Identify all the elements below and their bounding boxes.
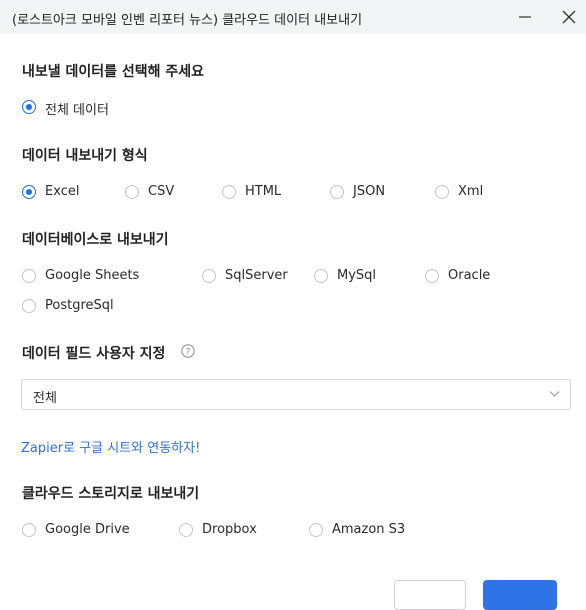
fields-select[interactable]: 전체	[21, 379, 571, 410]
close-icon	[562, 10, 576, 24]
export-database-heading: 데이터베이스로 내보내기	[22, 232, 169, 248]
radio-oracle[interactable]	[425, 269, 439, 283]
zapier-link[interactable]: Zapier로 구글 시트와 연동하자!	[21, 437, 200, 456]
export-format-heading: 데이터 내보내기 형식	[22, 148, 148, 164]
radio-mysql[interactable]	[314, 269, 328, 283]
db-postgresql-label: PostgreSql	[45, 298, 114, 313]
option-all-data-label: 전체 데이터	[45, 103, 109, 118]
radio-xml[interactable]	[435, 185, 449, 199]
radio-sqlserver[interactable]	[202, 269, 216, 283]
close-button[interactable]	[552, 0, 586, 34]
radio-html[interactable]	[222, 185, 236, 199]
format-json-label: JSON	[353, 184, 386, 199]
format-csv-label: CSV	[148, 184, 175, 199]
radio-excel[interactable]	[22, 185, 36, 199]
radio-google-drive[interactable]	[22, 523, 36, 537]
radio-csv[interactable]	[125, 185, 139, 199]
radio-postgresql[interactable]	[22, 299, 36, 313]
db-oracle-label: Oracle	[448, 268, 491, 283]
minimize-icon	[519, 16, 531, 18]
format-excel-label: Excel	[45, 184, 80, 199]
cloud-storage-heading: 클라우드 스토리지로 내보내기	[22, 486, 200, 502]
chevron-down-icon	[549, 391, 560, 397]
radio-all-data[interactable]	[22, 100, 36, 114]
primary-button[interactable]	[483, 580, 557, 610]
radio-amazon-s3[interactable]	[309, 523, 323, 537]
custom-fields-heading: 데이터 필드 사용자 지정	[22, 346, 166, 362]
cloud-google-drive-label: Google Drive	[45, 522, 130, 537]
format-html-label: HTML	[245, 184, 282, 199]
fields-select-value: 전체	[33, 391, 57, 406]
minimize-button[interactable]	[508, 0, 542, 34]
format-xml-label: Xml	[458, 184, 484, 199]
title-bar: (로스트아크 모바일 인벤 리포터 뉴스) 클라우드 데이터 내보내기	[0, 0, 586, 34]
radio-google-sheets[interactable]	[22, 269, 36, 283]
db-mysql-label: MySql	[337, 268, 377, 283]
db-google-sheets-label: Google Sheets	[45, 268, 140, 283]
radio-json[interactable]	[330, 185, 344, 199]
secondary-button[interactable]	[394, 580, 466, 610]
help-icon[interactable]: ?	[181, 344, 195, 358]
window-title: (로스트아크 모바일 인벤 리포터 뉴스) 클라우드 데이터 내보내기	[12, 13, 363, 28]
radio-dropbox[interactable]	[179, 523, 193, 537]
select-data-heading: 내보낼 데이터를 선택해 주세요	[22, 64, 205, 80]
cloud-amazon-s3-label: Amazon S3	[332, 522, 406, 537]
db-sqlserver-label: SqlServer	[225, 268, 288, 283]
cloud-dropbox-label: Dropbox	[202, 522, 257, 537]
svg-text:?: ?	[186, 347, 191, 357]
